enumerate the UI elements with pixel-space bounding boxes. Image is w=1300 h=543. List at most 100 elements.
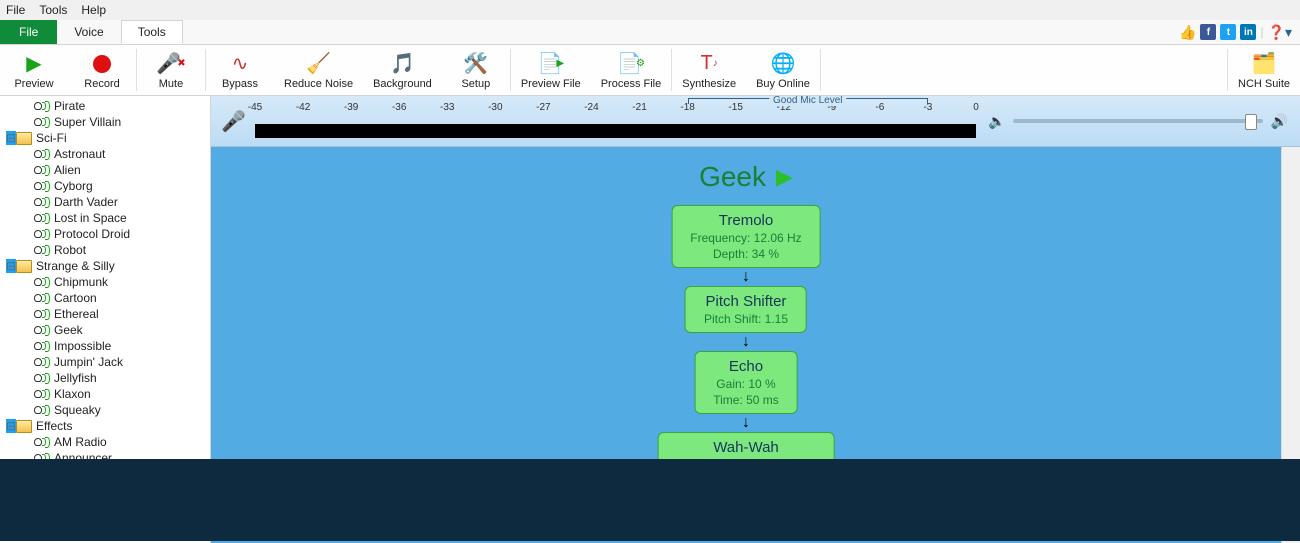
tree-item-label: Pirate <box>54 99 85 113</box>
effect-node[interactable]: EchoGain: 10 %Time: 50 ms <box>694 351 798 414</box>
tree-voice-item[interactable]: Squeaky <box>0 402 210 418</box>
twitter-icon[interactable]: t <box>1220 24 1236 40</box>
level-meter: -45-42-39-36-33-30-27-24-21-18-15-12-9-6… <box>255 96 976 146</box>
tree-voice-item[interactable]: Jellyfish <box>0 370 210 386</box>
voice-icon <box>34 405 50 416</box>
meter-tick: -42 <box>296 102 310 113</box>
voice-icon <box>34 437 50 448</box>
voice-icon <box>34 245 50 256</box>
tree-voice-item[interactable]: Darth Vader <box>0 194 210 210</box>
menu-file[interactable]: File <box>6 3 25 17</box>
speaker-muted-icon[interactable]: 🔈 <box>988 113 1005 130</box>
mute-button[interactable]: 🎤✖Mute <box>137 45 205 95</box>
reduce-noise-button[interactable]: 🧹Reduce Noise <box>274 45 363 95</box>
tree-voice-item[interactable]: Astronaut <box>0 146 210 162</box>
effect-param: Frequency: 12.06 Hz <box>690 231 801 245</box>
voice-icon <box>34 181 50 192</box>
tree-folder[interactable]: ⊟ Sci-Fi <box>0 130 210 146</box>
buy-online-button[interactable]: 🌐Buy Online <box>746 45 820 95</box>
tree-item-label: Super Villain <box>54 115 121 129</box>
collapse-icon[interactable]: ⊟ <box>6 419 16 433</box>
menu-help[interactable]: Help <box>81 3 106 17</box>
tree-voice-item[interactable]: Super Villain <box>0 114 210 130</box>
tree-item-label: Ethereal <box>54 307 99 321</box>
collapse-icon[interactable]: ⊟ <box>6 259 16 273</box>
preview-file-button[interactable]: 📄▶Preview File <box>511 45 591 95</box>
tree-folder[interactable]: ⊟ Effects <box>0 418 210 434</box>
collapse-icon[interactable]: ⊟ <box>6 131 16 145</box>
volume-slider[interactable] <box>1013 119 1262 123</box>
tree-item-label: Cyborg <box>54 179 93 193</box>
effect-node[interactable]: TremoloFrequency: 12.06 HzDepth: 34 % <box>671 205 820 268</box>
tree-voice-item[interactable]: Impossible <box>0 338 210 354</box>
tree-voice-item[interactable]: Chipmunk <box>0 274 210 290</box>
tree-item-label: Jumpin' Jack <box>54 355 123 369</box>
process-file-button[interactable]: 📄⚙Process File <box>591 45 672 95</box>
synthesize-button[interactable]: T♪Synthesize <box>672 45 746 95</box>
synthesize-icon: T♪ <box>701 51 718 77</box>
background-button[interactable]: 🎵Background <box>363 45 442 95</box>
process-file-icon: 📄⚙ <box>617 51 645 77</box>
tree-item-label: Geek <box>54 323 83 337</box>
broom-icon: 🧹 <box>306 51 331 77</box>
effect-param: Gain: 10 % <box>713 377 779 391</box>
menu-tools[interactable]: Tools <box>39 3 67 17</box>
microphone-icon: 🎤 <box>221 109 245 134</box>
tree-voice-item[interactable]: Klaxon <box>0 386 210 402</box>
tree-folder[interactable]: ⊟ Strange & Silly <box>0 258 210 274</box>
meter-track <box>255 124 976 138</box>
tree-item-label: Klaxon <box>54 387 91 401</box>
tab-file[interactable]: File <box>0 20 57 44</box>
voice-icon <box>34 293 50 304</box>
effect-node[interactable]: Pitch ShifterPitch Shift: 1.15 <box>685 286 807 333</box>
tree-item-label: Cartoon <box>54 291 97 305</box>
tab-tools[interactable]: Tools <box>121 20 183 44</box>
bypass-button[interactable]: ∿Bypass <box>206 45 274 95</box>
tree-voice-item[interactable]: Jumpin' Jack <box>0 354 210 370</box>
meter-tick: -39 <box>344 102 358 113</box>
tree-item-label: Impossible <box>54 339 111 353</box>
nch-suite-button[interactable]: 🗂️NCH Suite <box>1228 45 1300 95</box>
speaker-icon[interactable]: 🔊 <box>1271 113 1288 130</box>
help-dropdown-icon[interactable]: ❓▾ <box>1268 24 1292 41</box>
voice-icon <box>34 389 50 400</box>
setup-button[interactable]: 🛠️Setup <box>442 45 510 95</box>
tree-voice-item[interactable]: Geek <box>0 322 210 338</box>
record-button[interactable]: Record <box>68 45 136 95</box>
linkedin-icon[interactable]: in <box>1240 24 1256 40</box>
tree-item-label: Robot <box>54 243 86 257</box>
tree-voice-item[interactable]: Ethereal <box>0 306 210 322</box>
like-icon[interactable]: 👍 <box>1179 24 1196 41</box>
arrow-down-icon: ↓ <box>742 335 750 349</box>
effect-name: Pitch Shifter <box>704 293 788 310</box>
meter-tick: -33 <box>440 102 454 113</box>
voice-icon <box>34 101 50 112</box>
tree-folder-label: Strange & Silly <box>36 259 115 273</box>
tree-voice-item[interactable]: Protocol Droid <box>0 226 210 242</box>
tab-voice[interactable]: Voice <box>57 20 120 44</box>
preview-file-icon: 📄▶ <box>537 51 564 77</box>
preview-button[interactable]: ▶Preview <box>0 45 68 95</box>
tree-voice-item[interactable]: Cyborg <box>0 178 210 194</box>
tree-item-label: Chipmunk <box>54 275 108 289</box>
facebook-icon[interactable]: f <box>1200 24 1216 40</box>
mute-icon: 🎤✖ <box>156 51 185 77</box>
meter-tick: -21 <box>632 102 646 113</box>
voice-icon <box>34 325 50 336</box>
tree-voice-item[interactable]: AM Radio <box>0 434 210 450</box>
slider-knob[interactable] <box>1245 114 1257 130</box>
tree-voice-item[interactable]: Lost in Space <box>0 210 210 226</box>
meter-tick: -45 <box>248 102 262 113</box>
good-level-label: Good Mic Level <box>769 96 846 106</box>
tree-voice-item[interactable]: Cartoon <box>0 290 210 306</box>
voice-title: Geek ▶ <box>699 161 793 193</box>
tree-voice-item[interactable]: Robot <box>0 242 210 258</box>
voice-icon <box>34 117 50 128</box>
effect-name: Tremolo <box>690 212 801 229</box>
play-voice-icon[interactable]: ▶ <box>776 164 793 190</box>
voice-icon <box>34 277 50 288</box>
tree-voice-item[interactable]: Alien <box>0 162 210 178</box>
tree-folder-label: Effects <box>36 419 72 433</box>
effect-name: Wah-Wah <box>699 439 794 456</box>
tree-voice-item[interactable]: Pirate <box>0 98 210 114</box>
